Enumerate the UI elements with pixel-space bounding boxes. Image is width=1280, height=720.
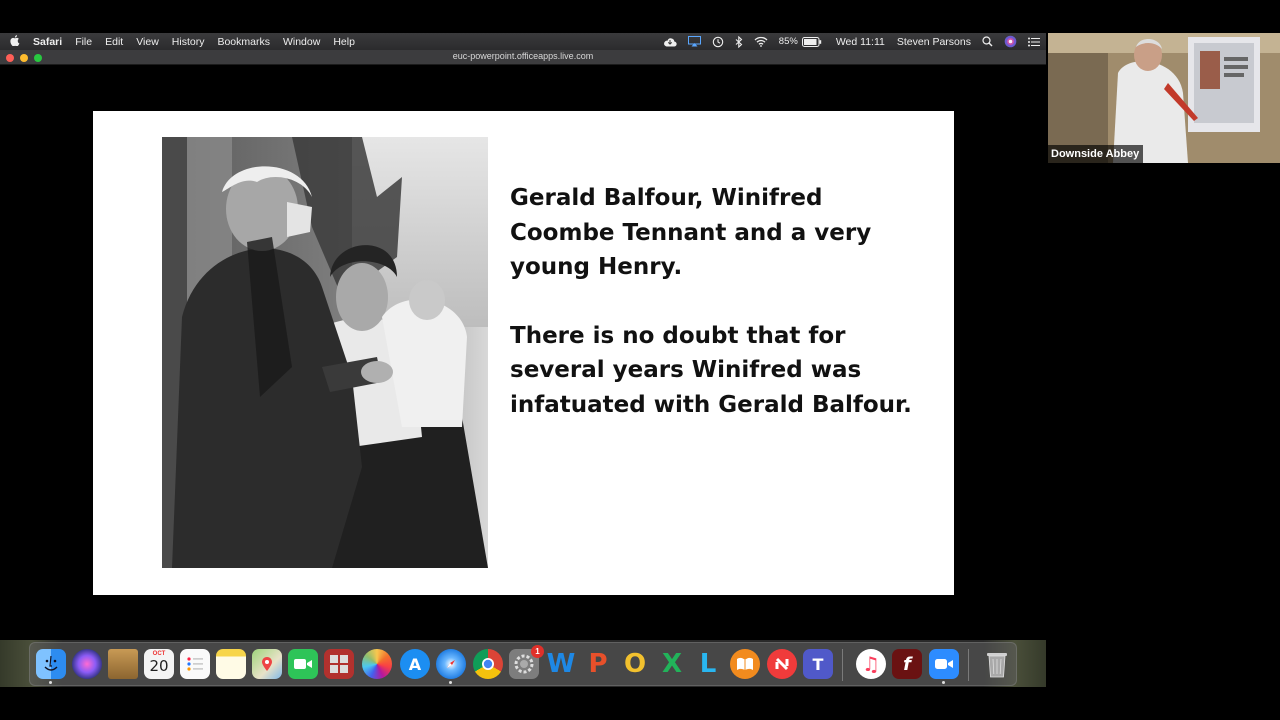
finder-running-indicator xyxy=(49,681,52,684)
slide-text: Gerald Balfour, Winifred Coombe Tennant … xyxy=(510,181,930,456)
cloud-icon[interactable] xyxy=(663,37,677,47)
menu-file[interactable]: File xyxy=(75,36,92,48)
participant-name: Downside Abbey xyxy=(1048,145,1144,163)
historic-photo xyxy=(162,137,488,568)
notification-badge: 1 xyxy=(531,645,544,658)
participant-panel: Downside Abbey xyxy=(1046,33,1280,687)
siri-menu-icon[interactable] xyxy=(1004,35,1017,48)
bottom-letterbox xyxy=(0,687,1280,720)
calendar-icon[interactable]: OCT 20 xyxy=(144,649,174,679)
menu-window[interactable]: Window xyxy=(283,36,320,48)
excel-icon[interactable]: X xyxy=(657,649,687,679)
notefile-icon[interactable] xyxy=(108,649,138,679)
maps-icon[interactable] xyxy=(252,649,282,679)
flash-icon[interactable]: f xyxy=(892,649,922,679)
facetime-icon[interactable] xyxy=(288,649,318,679)
menu-edit[interactable]: Edit xyxy=(105,36,123,48)
flash-glyph: f xyxy=(903,653,911,675)
menu-view[interactable]: View xyxy=(136,36,159,48)
outlook-glyph: O xyxy=(623,649,647,679)
news-icon[interactable] xyxy=(767,649,797,679)
system-preferences-icon[interactable]: 1 xyxy=(509,645,544,679)
powerpoint-icon[interactable]: P xyxy=(583,649,613,679)
photos-icon[interactable] xyxy=(362,649,392,679)
slide: Gerald Balfour, Winifred Coombe Tennant … xyxy=(93,111,954,595)
menu-help[interactable]: Help xyxy=(333,36,355,48)
reminders-icon[interactable] xyxy=(180,649,210,679)
menu-bookmarks[interactable]: Bookmarks xyxy=(217,36,270,48)
safari-icon[interactable] xyxy=(436,649,466,684)
slide-body: There is no doubt that for several years… xyxy=(510,322,912,418)
books-icon[interactable] xyxy=(730,649,760,679)
dock-background: OCT 20 A 1 W P O X L T ♫ f xyxy=(0,640,1046,687)
powerpoint-glyph: P xyxy=(588,649,608,679)
finder-icon[interactable] xyxy=(36,649,66,684)
airplay-icon[interactable] xyxy=(687,36,701,47)
teams-icon[interactable]: T xyxy=(803,649,833,679)
menu-clock[interactable]: Wed 11:11 xyxy=(836,36,885,48)
battery-percent: 85% xyxy=(778,36,798,47)
wifi-icon[interactable] xyxy=(754,36,768,47)
music-icon[interactable]: ♫ xyxy=(856,649,886,679)
dock: OCT 20 A 1 W P O X L T ♫ f xyxy=(29,642,1017,686)
photo-booth-icon[interactable] xyxy=(324,649,354,679)
outlook-icon[interactable]: O xyxy=(620,649,650,679)
word-glyph: W xyxy=(546,649,576,679)
apple-icon[interactable] xyxy=(10,34,20,49)
teams-glyph: T xyxy=(812,654,824,674)
trash-icon[interactable] xyxy=(982,649,1012,679)
participant-video[interactable]: Downside Abbey xyxy=(1048,33,1280,163)
url-label[interactable]: euc-powerpoint.officeapps.live.com xyxy=(0,51,1046,61)
app-store-glyph: A xyxy=(408,654,422,674)
zoom-icon[interactable] xyxy=(929,649,959,684)
calendar-day: 20 xyxy=(149,657,169,675)
top-letterbox xyxy=(0,0,1280,33)
spotlight-search-icon[interactable] xyxy=(982,36,993,47)
word-icon[interactable]: W xyxy=(546,649,576,679)
browser-titlebar: euc-powerpoint.officeapps.live.com xyxy=(0,50,1046,65)
bluetooth-icon[interactable] xyxy=(735,35,743,48)
menu-app-name[interactable]: Safari xyxy=(33,36,62,48)
music-glyph: ♫ xyxy=(862,652,880,676)
zoom-running-indicator xyxy=(942,681,945,684)
chrome-icon[interactable] xyxy=(473,649,503,679)
battery-icon[interactable] xyxy=(801,36,822,47)
presentation-viewport: Gerald Balfour, Winifred Coombe Tennant … xyxy=(0,66,1046,640)
dock-separator xyxy=(842,649,843,681)
time-machine-icon[interactable] xyxy=(712,36,724,48)
siri-icon[interactable] xyxy=(72,649,102,679)
app-store-icon[interactable]: A xyxy=(400,649,430,679)
notes-icon[interactable] xyxy=(216,649,246,679)
notification-center-icon[interactable] xyxy=(1028,37,1040,47)
lync-icon[interactable]: L xyxy=(693,649,723,679)
safari-running-indicator xyxy=(449,681,452,684)
menu-bar: Safari File Edit View History Bookmarks … xyxy=(0,33,1046,50)
menu-history[interactable]: History xyxy=(172,36,205,48)
slide-caption: Gerald Balfour, Winifred Coombe Tennant … xyxy=(510,185,872,280)
excel-glyph: X xyxy=(661,649,683,679)
lync-glyph: L xyxy=(699,649,717,679)
dock-separator-2 xyxy=(968,649,969,681)
menu-user[interactable]: Steven Parsons xyxy=(897,36,971,48)
